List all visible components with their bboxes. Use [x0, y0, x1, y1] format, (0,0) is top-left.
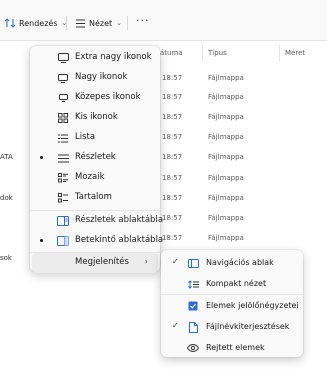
- row-date: 18:57: [162, 133, 183, 141]
- submenu-item-label: Elemek jelölőnégyzetei: [206, 301, 299, 310]
- eye-icon: [187, 342, 199, 354]
- compact-view-icon: [187, 278, 199, 290]
- file-icon: [187, 321, 199, 333]
- menu-item-extra-large-icons[interactable]: Extra nagy ikonok: [30, 48, 160, 68]
- menu-item-tiles[interactable]: Mozaik: [30, 168, 160, 188]
- checkbox-icon: [187, 300, 199, 312]
- row-type: Fájlmappa: [208, 174, 244, 182]
- monitor-icon: [57, 52, 69, 64]
- sort-icon: [4, 18, 16, 28]
- menu-item-list[interactable]: Lista: [30, 128, 160, 148]
- sort-label: Rendezés: [19, 18, 58, 28]
- submenu-item-label: Fájlnévkiterjesztések: [206, 322, 290, 331]
- monitor-icon: [57, 92, 69, 104]
- menu-item-label: Részletek: [75, 152, 116, 162]
- menu-item-medium-icons[interactable]: Közepes ikonok: [30, 88, 160, 108]
- menu-item-label: Extra nagy ikonok: [75, 52, 152, 62]
- tiles-icon: [57, 172, 69, 184]
- checkmark-icon: ✓: [172, 321, 179, 330]
- navigation-pane-icon: [187, 257, 199, 269]
- submenu-item-label: Navigációs ablak: [206, 258, 274, 267]
- menu-item-small-icons[interactable]: Kis ikonok: [30, 108, 160, 128]
- menu-item-label: Részletek ablaktábla: [75, 215, 164, 225]
- list-icon: [57, 132, 69, 144]
- details-icon: [57, 152, 69, 164]
- toolbar-divider-line: [0, 40, 327, 41]
- menu-item-label: Kis ikonok: [75, 112, 118, 122]
- row-name-fragment: sok: [0, 254, 12, 262]
- submenu-item-checkboxes[interactable]: Elemek jelölőnégyzetei: [161, 296, 303, 316]
- column-header-date[interactable]: átuma: [160, 49, 183, 57]
- chevron-down-icon: ⌄: [116, 19, 123, 27]
- row-date: 18:57: [162, 214, 183, 222]
- submenu-item-navigation-pane[interactable]: ✓ Navigációs ablak: [161, 253, 303, 273]
- grid-icon: [57, 112, 69, 124]
- column-header-type[interactable]: Típus: [208, 49, 227, 57]
- menu-item-label: Tartalom: [75, 192, 112, 202]
- selected-bullet-icon: [40, 156, 43, 159]
- row-date: 18:57: [162, 93, 183, 101]
- menu-divider: [161, 294, 303, 295]
- row-date: 18:57: [162, 74, 183, 82]
- menu-item-label: Megjelenítés: [75, 257, 129, 267]
- row-date: 18:57: [162, 113, 183, 121]
- monitor-icon: [57, 72, 69, 84]
- view-menu: Extra nagy ikonok Nagy ikonok Közepes ik…: [30, 46, 164, 273]
- menu-item-large-icons[interactable]: Nagy ikonok: [30, 68, 160, 88]
- menu-item-content[interactable]: Tartalom: [30, 188, 160, 208]
- menu-item-label: Mozaik: [75, 172, 105, 182]
- row-name-fragment: ATA: [0, 153, 13, 161]
- submenu-item-file-extensions[interactable]: ✓ Fájlnévkiterjesztések: [161, 317, 303, 337]
- row-type: Fájlmappa: [208, 74, 244, 82]
- row-date: 18:57: [162, 194, 183, 202]
- column-divider: [279, 45, 280, 61]
- submenu-item-label: Kompakt nézet: [206, 279, 267, 288]
- row-date: 18:57: [162, 153, 183, 161]
- row-date: 18:57: [162, 174, 183, 182]
- submenu-item-label: Rejtett elemek: [206, 343, 265, 352]
- show-submenu: ✓ Navigációs ablak Kompakt nézet Elemek …: [161, 250, 303, 357]
- row-type: Fájlmappa: [208, 194, 244, 202]
- view-label: Nézet: [89, 18, 113, 28]
- submenu-item-compact-view[interactable]: Kompakt nézet: [161, 274, 303, 294]
- row-type: Fájlmappa: [208, 113, 244, 121]
- row-type: Fájlmappa: [208, 93, 244, 101]
- checkmark-icon: ✓: [172, 257, 179, 266]
- menu-item-preview-pane[interactable]: Betekintő ablaktábla: [30, 231, 164, 251]
- toolbar-divider: [127, 16, 128, 30]
- menu-item-details[interactable]: Részletek: [30, 148, 160, 168]
- row-type: Fájlmappa: [208, 234, 244, 242]
- sort-button[interactable]: Rendezés ⌄: [4, 14, 67, 32]
- details-pane-icon: [57, 215, 69, 227]
- selected-bullet-icon: [40, 239, 43, 242]
- row-type: Fájlmappa: [208, 214, 244, 222]
- command-bar: Rendezés ⌄ Nézet ⌄ ···: [0, 0, 327, 40]
- menu-item-details-pane[interactable]: Részletek ablaktábla: [30, 211, 164, 231]
- menu-item-label: Közepes ikonok: [75, 92, 141, 102]
- row-name-fragment: dok: [0, 194, 13, 202]
- chevron-right-icon: ›: [144, 257, 148, 266]
- submenu-item-hidden-items[interactable]: Rejtett elemek: [161, 338, 303, 358]
- column-divider: [202, 45, 203, 61]
- content-icon: [57, 192, 69, 204]
- toolbar-divider: [66, 16, 67, 30]
- row-type: Fájlmappa: [208, 153, 244, 161]
- row-date: 18:57: [162, 234, 183, 242]
- menu-item-label: Betekintő ablaktábla: [75, 235, 164, 245]
- menu-item-label: Lista: [75, 132, 96, 142]
- view-button[interactable]: Nézet ⌄: [75, 14, 122, 32]
- column-header-size[interactable]: Méret: [285, 49, 305, 57]
- menu-item-show[interactable]: Megjelenítés ›: [32, 253, 158, 273]
- more-options-button[interactable]: ···: [136, 15, 150, 27]
- menu-item-label: Nagy ikonok: [75, 72, 128, 82]
- preview-pane-icon: [57, 235, 69, 247]
- row-type: Fájlmappa: [208, 133, 244, 141]
- view-icon: [75, 19, 86, 28]
